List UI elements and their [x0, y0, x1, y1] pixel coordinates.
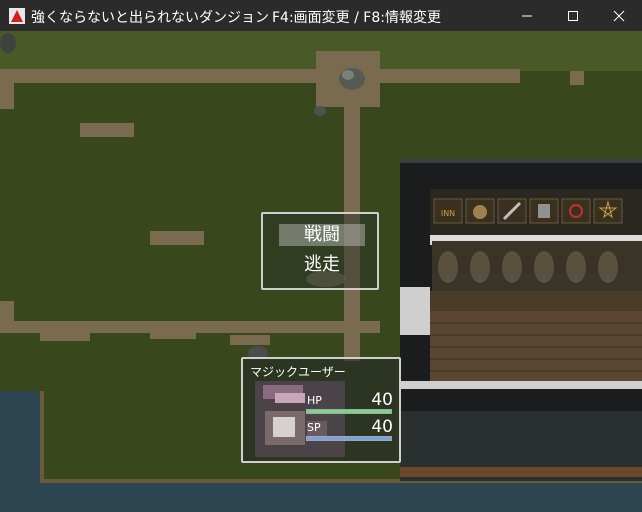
sp-label: SP: [307, 421, 321, 434]
key-hint: F4:画面変更 / F8:情報変更: [272, 10, 441, 26]
minimize-button[interactable]: [504, 0, 550, 31]
fight-command[interactable]: 戦闘: [279, 224, 365, 246]
sp-bar: [306, 436, 392, 441]
magic-ring-icon: [561, 198, 591, 224]
character-status-window: マジックユーザー HP 40 SP 40: [241, 357, 401, 463]
item-bag-icon: [465, 198, 495, 224]
character-name: マジックユーザー: [250, 365, 346, 379]
game-viewport[interactable]: INN 戦闘 逃走 マジックユーザー HP 40 SP 40: [0, 31, 642, 512]
hp-bar: [306, 409, 392, 414]
minimize-icon: [522, 15, 532, 16]
battle-command-menu: 戦闘 逃走: [261, 212, 379, 290]
window-titlebar[interactable]: 強くならないと出られないダンジョン F4:画面変更 / F8:情報変更: [0, 0, 642, 31]
weapon-sword-icon: [497, 198, 527, 224]
spell-star-icon: [593, 198, 623, 224]
sp-bar-fill: [307, 437, 391, 440]
app-icon: [9, 8, 25, 24]
hp-bar-fill: [307, 410, 391, 413]
hp-value: 40: [371, 390, 393, 410]
svg-text:INN: INN: [441, 209, 455, 218]
hp-label: HP: [307, 394, 322, 407]
maximize-icon: [568, 10, 578, 21]
inn-sign-icon: INN: [433, 198, 463, 224]
character-portrait: [255, 381, 345, 457]
escape-command[interactable]: 逃走: [279, 254, 365, 276]
close-button[interactable]: [596, 0, 642, 31]
close-icon: [613, 10, 625, 21]
maximize-button[interactable]: [550, 0, 596, 31]
sp-value: 40: [371, 417, 393, 437]
armor-icon: [529, 198, 559, 224]
window-title: 強くならないと出られないダンジョン: [31, 10, 269, 26]
